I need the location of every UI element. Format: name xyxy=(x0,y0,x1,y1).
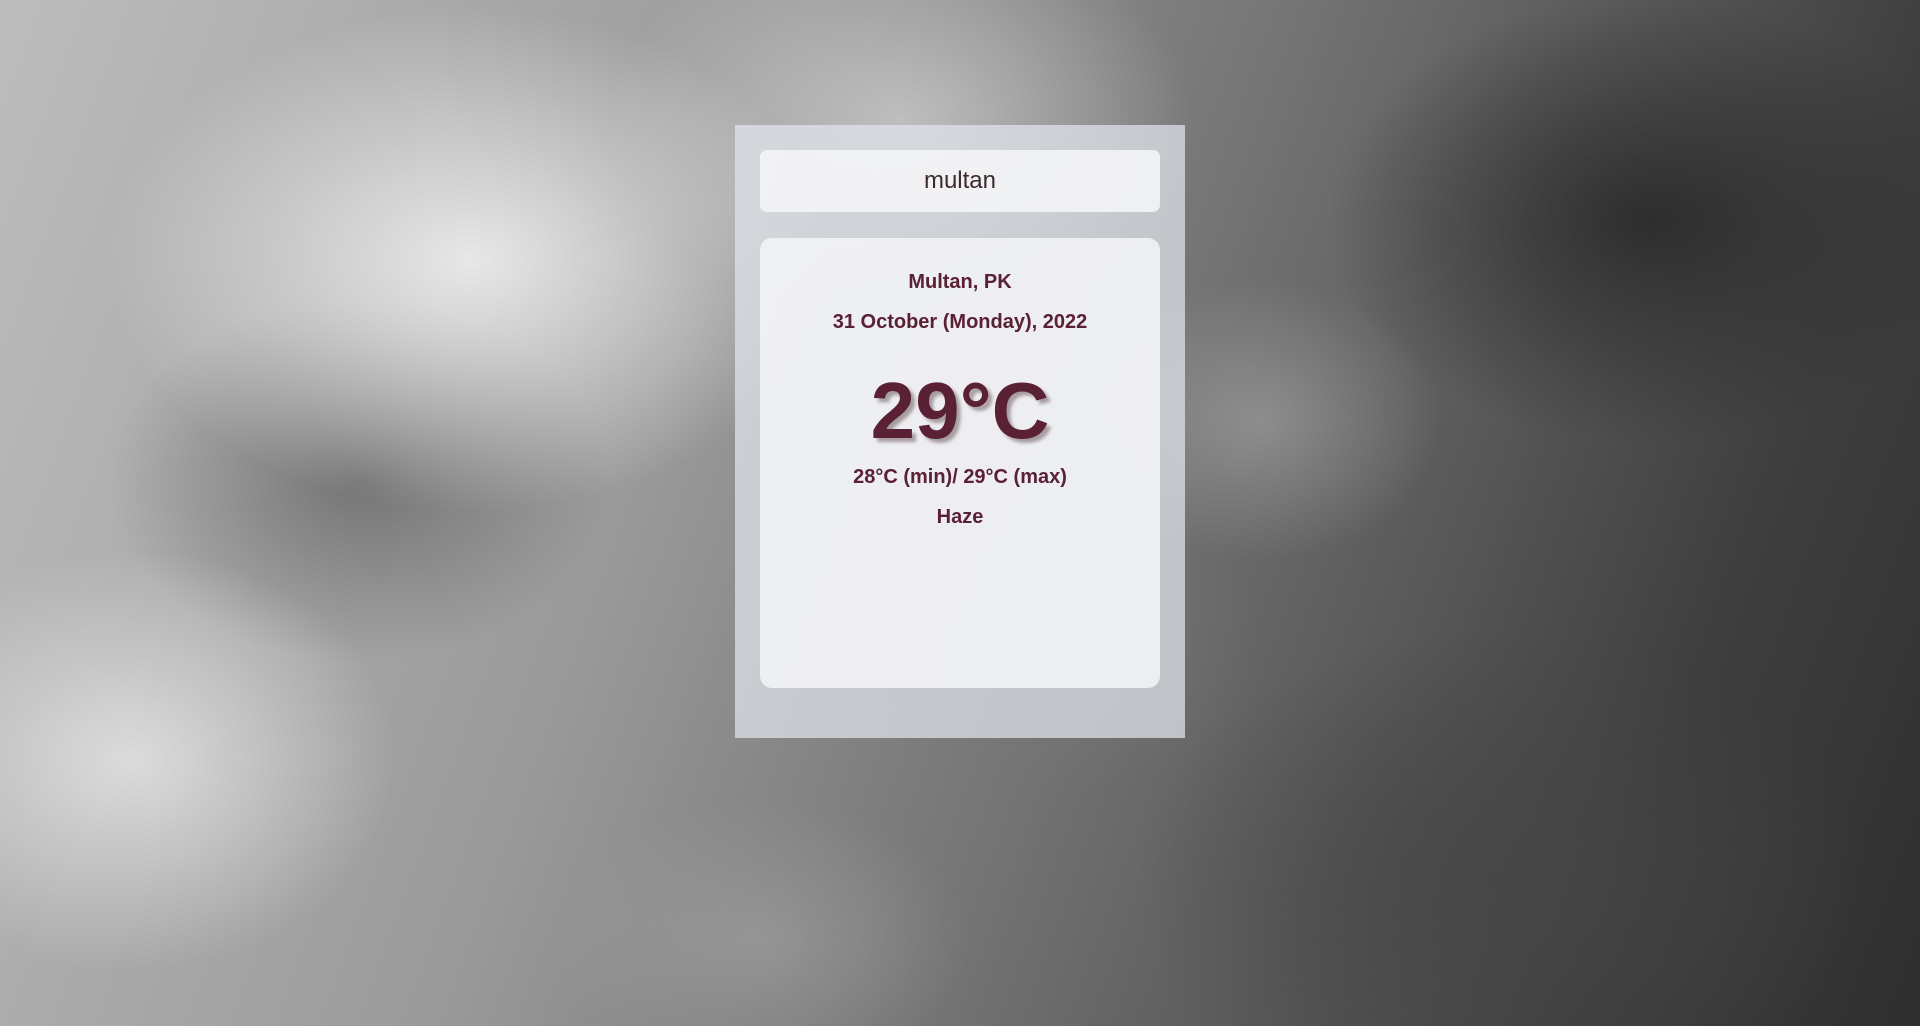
weather-panel: Multan, PK 31 October (Monday), 2022 29°… xyxy=(735,125,1185,738)
city-search-input[interactable] xyxy=(760,150,1160,212)
weather-condition: Haze xyxy=(936,506,984,528)
min-max-temperature: 28°C (min)/ 29°C (max) xyxy=(853,466,1067,488)
location-label: Multan, PK xyxy=(908,271,1012,293)
current-temperature: 29°C xyxy=(870,366,1050,455)
weather-card: Multan, PK 31 October (Monday), 2022 29°… xyxy=(760,238,1160,688)
date-label: 31 October (Monday), 2022 xyxy=(832,311,1088,333)
